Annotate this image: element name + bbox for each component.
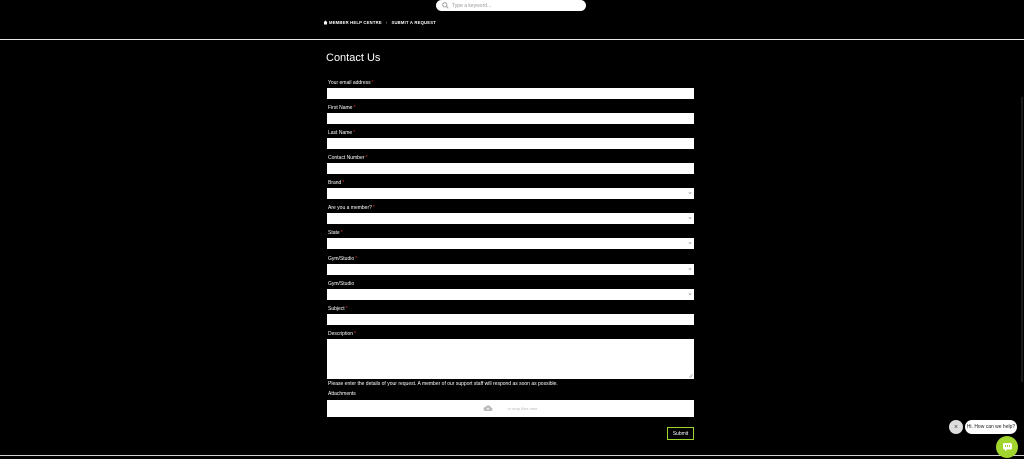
state-select[interactable] <box>327 238 694 249</box>
header-divider <box>0 39 1024 40</box>
required-marker: * <box>355 256 358 262</box>
resize-handle-icon[interactable] <box>688 373 693 378</box>
description-textarea[interactable] <box>327 339 694 379</box>
email-label: Your email address* <box>328 80 374 86</box>
gym-studio-secondary-label: Gym/Studio <box>328 281 355 287</box>
last-name-label: Last Name* <box>328 130 356 136</box>
chevron-down-icon <box>688 217 692 220</box>
required-marker: * <box>345 306 348 312</box>
chat-launcher-button[interactable] <box>996 436 1018 458</box>
contact-number-label: Contact Number* <box>328 155 368 161</box>
chat-icon <box>1002 443 1012 452</box>
required-marker: * <box>340 230 343 236</box>
chevron-down-icon <box>688 192 692 195</box>
submit-button[interactable]: Submit <box>667 427 694 440</box>
breadcrumb-current[interactable]: SUBMIT A REQUEST <box>391 20 436 25</box>
chevron-down-icon <box>688 242 692 245</box>
required-marker: * <box>342 180 345 186</box>
subject-field[interactable] <box>327 314 694 325</box>
breadcrumb-separator: › <box>385 20 388 25</box>
required-marker: * <box>354 331 356 337</box>
breadcrumb: MEMBER HELP CENTRE › SUBMIT A REQUEST <box>323 20 436 25</box>
page-title: Contact Us <box>326 52 381 64</box>
member-label: Are you a member?* <box>328 205 375 211</box>
attachments-dropzone[interactable]: or drop files here <box>327 400 694 417</box>
required-marker: * <box>365 155 368 161</box>
first-name-label: First Name* <box>328 105 356 111</box>
brand-label: Brand* <box>328 180 345 186</box>
attachments-label: Attachments <box>328 391 356 397</box>
search-bar[interactable] <box>436 0 586 11</box>
gym-studio-label: Gym/Studio* <box>328 256 358 262</box>
chevron-down-icon <box>688 268 692 271</box>
first-name-field[interactable] <box>327 113 694 124</box>
last-name-field[interactable] <box>327 138 694 149</box>
scrollbar-track[interactable] <box>1021 97 1023 382</box>
gym-studio-select[interactable] <box>327 264 694 275</box>
home-icon <box>323 20 328 25</box>
required-marker: * <box>371 80 374 86</box>
description-help-text: Please enter the details of your request… <box>328 381 558 387</box>
required-marker: * <box>353 105 356 111</box>
required-marker: * <box>353 130 356 136</box>
contact-number-field[interactable] <box>327 163 694 174</box>
footer-divider <box>0 455 1024 456</box>
chat-greeting-bubble[interactable]: Hi. How can we help? <box>965 420 1017 434</box>
breadcrumb-home-link[interactable]: MEMBER HELP CENTRE <box>329 20 382 25</box>
attachments-placeholder: or drop files here <box>507 406 538 411</box>
description-label: Description* <box>328 331 356 337</box>
search-input[interactable] <box>452 2 572 9</box>
chat-close-button[interactable]: × <box>949 420 963 434</box>
search-icon <box>442 2 449 9</box>
required-marker: * <box>372 205 375 211</box>
state-label: State* <box>328 230 343 236</box>
subject-label: Subject* <box>328 306 348 312</box>
cloud-upload-icon <box>483 405 494 412</box>
chevron-down-icon <box>688 293 692 296</box>
brand-select[interactable] <box>327 188 694 199</box>
email-field[interactable] <box>327 88 694 99</box>
gym-studio-secondary-select[interactable] <box>327 289 694 300</box>
member-select[interactable] <box>327 213 694 224</box>
